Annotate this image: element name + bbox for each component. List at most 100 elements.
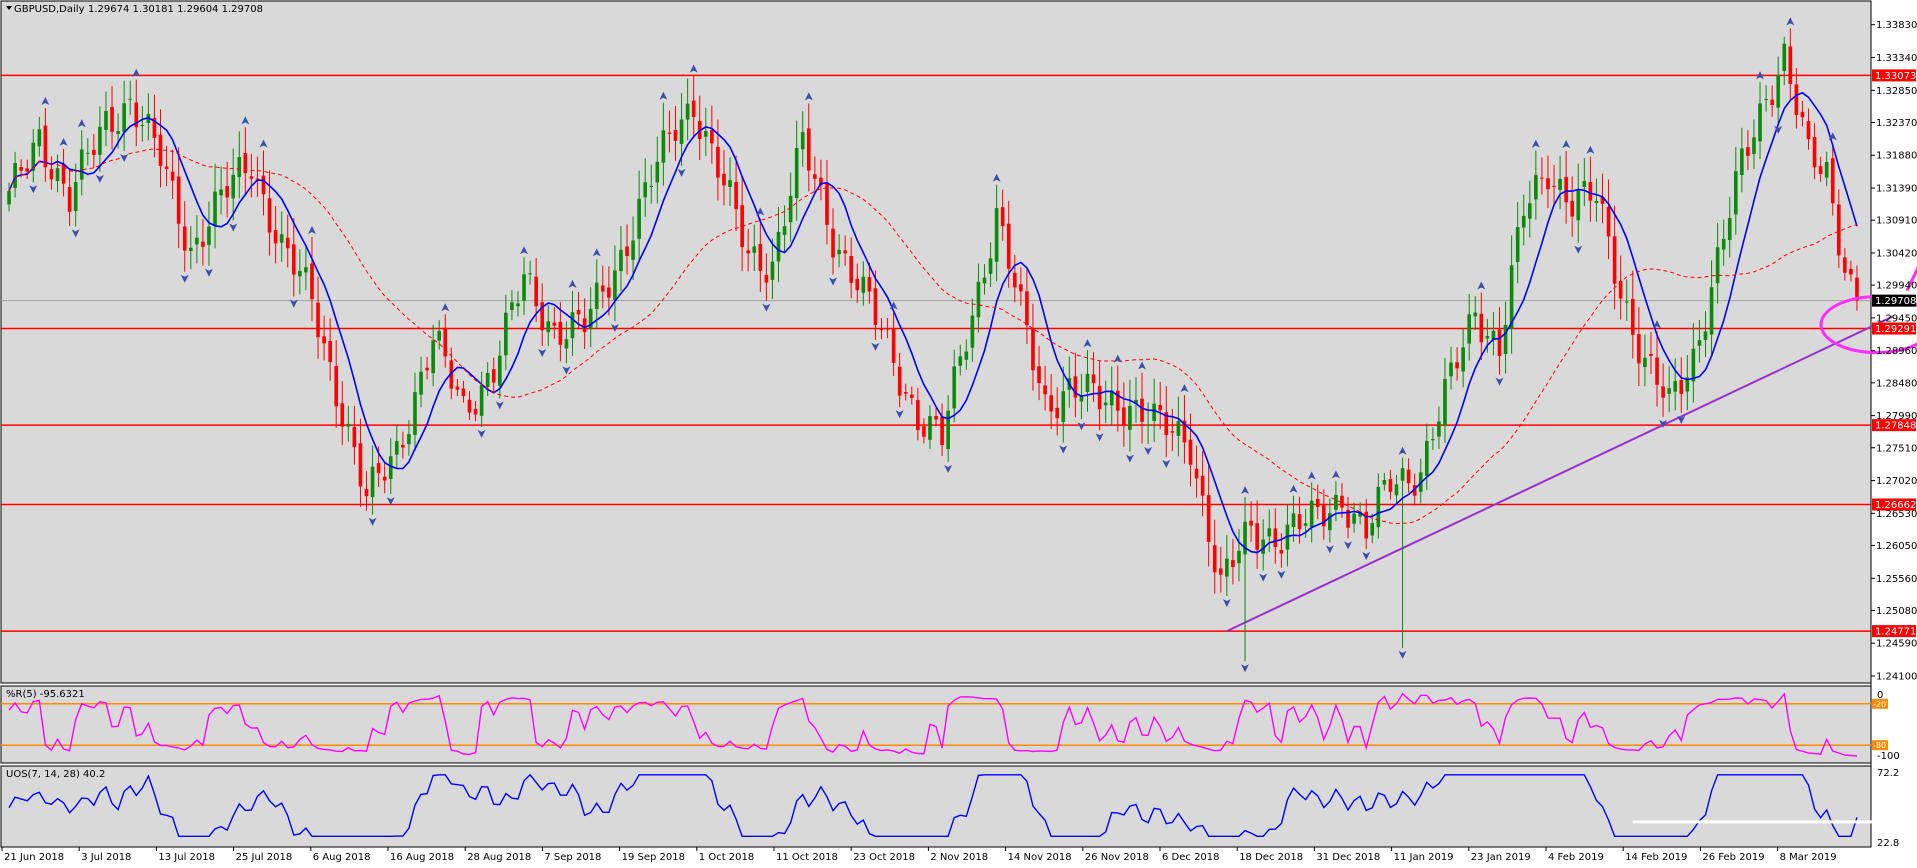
candle-body[interactable] xyxy=(703,130,708,137)
candle-body[interactable] xyxy=(1485,336,1490,339)
candle-body[interactable] xyxy=(643,182,648,198)
candle-body[interactable] xyxy=(1273,528,1278,548)
candle-body[interactable] xyxy=(679,119,684,144)
candle-body[interactable] xyxy=(1564,177,1568,203)
candle-body[interactable] xyxy=(1382,480,1387,485)
candle-body[interactable] xyxy=(37,129,42,147)
candle-body[interactable] xyxy=(982,277,987,284)
candle-body[interactable] xyxy=(1170,431,1175,433)
candle-body[interactable] xyxy=(1437,421,1441,437)
candle-body[interactable] xyxy=(158,134,163,167)
candle-body[interactable] xyxy=(1152,403,1156,421)
candle-body[interactable] xyxy=(813,174,817,179)
candle-body[interactable] xyxy=(1140,398,1144,422)
candle-body[interactable] xyxy=(1249,520,1253,526)
candle-body[interactable] xyxy=(1194,468,1199,479)
candle-body[interactable] xyxy=(625,246,629,257)
candle-body[interactable] xyxy=(909,394,914,398)
candle-body[interactable] xyxy=(1521,215,1526,228)
candle-body[interactable] xyxy=(1818,166,1823,174)
candle-body[interactable] xyxy=(613,270,617,301)
candle-body[interactable] xyxy=(431,340,435,374)
candle-body[interactable] xyxy=(661,130,666,163)
candle-body[interactable] xyxy=(267,198,272,233)
candle-body[interactable] xyxy=(988,258,993,274)
candle-body[interactable] xyxy=(782,226,787,236)
candle-body[interactable] xyxy=(279,234,284,243)
candle-body[interactable] xyxy=(600,285,605,292)
candle-body[interactable] xyxy=(364,488,369,497)
candle-body[interactable] xyxy=(1800,111,1805,118)
candle-body[interactable] xyxy=(728,180,732,187)
candle-body[interactable] xyxy=(1158,405,1163,411)
candle-body[interactable] xyxy=(1218,568,1223,575)
candle-body[interactable] xyxy=(1515,227,1520,263)
candle-body[interactable] xyxy=(1231,559,1235,567)
candle-body[interactable] xyxy=(1400,468,1405,481)
candle-body[interactable] xyxy=(1582,180,1587,188)
candle-body[interactable] xyxy=(92,149,96,156)
candle-body[interactable] xyxy=(1673,380,1678,392)
candle-body[interactable] xyxy=(413,392,417,435)
candle-body[interactable] xyxy=(1746,147,1750,156)
candle-body[interactable] xyxy=(1655,357,1659,385)
candle-body[interactable] xyxy=(310,263,314,300)
candle-body[interactable] xyxy=(1049,395,1053,412)
candle-body[interactable] xyxy=(691,100,696,117)
candle-body[interactable] xyxy=(510,302,514,310)
candle-body[interactable] xyxy=(164,166,169,169)
candle-body[interactable] xyxy=(1025,291,1029,326)
candle-body[interactable] xyxy=(128,98,133,100)
candle-body[interactable] xyxy=(1715,247,1720,284)
candle-body[interactable] xyxy=(903,392,908,394)
candle-body[interactable] xyxy=(1782,43,1787,72)
candle-body[interactable] xyxy=(1479,313,1484,343)
candle-body[interactable] xyxy=(855,278,860,291)
candle-body[interactable] xyxy=(1824,161,1829,178)
candle-body[interactable] xyxy=(473,408,478,415)
candle-body[interactable] xyxy=(328,341,332,363)
candle-body[interactable] xyxy=(873,288,878,325)
candle-body[interactable] xyxy=(1146,424,1150,426)
candle-body[interactable] xyxy=(964,351,969,360)
candle-body[interactable] xyxy=(207,226,211,245)
candle-body[interactable] xyxy=(140,124,145,126)
candle-body[interactable] xyxy=(1534,175,1538,200)
candle-body[interactable] xyxy=(667,132,672,134)
candle-body[interactable] xyxy=(1588,182,1593,201)
candle-body[interactable] xyxy=(806,128,811,171)
candle-body[interactable] xyxy=(758,243,763,271)
candle-body[interactable] xyxy=(1394,484,1399,496)
candle-body[interactable] xyxy=(1552,185,1556,187)
candle-body[interactable] xyxy=(1697,340,1702,346)
candle-body[interactable] xyxy=(1812,137,1817,168)
candle-body[interactable] xyxy=(273,229,278,244)
candle-body[interactable] xyxy=(49,168,54,180)
candle-body[interactable] xyxy=(261,175,266,195)
candle-body[interactable] xyxy=(928,416,932,440)
candle-body[interactable] xyxy=(1830,158,1835,204)
candle-body[interactable] xyxy=(1709,287,1714,335)
candle-body[interactable] xyxy=(1055,407,1060,419)
candle-body[interactable] xyxy=(298,270,302,277)
candle-body[interactable] xyxy=(388,456,393,479)
candle-body[interactable] xyxy=(1091,374,1096,384)
candle-body[interactable] xyxy=(1637,334,1641,364)
candle-body[interactable] xyxy=(1212,545,1217,573)
candle-body[interactable] xyxy=(570,312,575,339)
candle-body[interactable] xyxy=(195,237,199,245)
candle-body[interactable] xyxy=(1527,203,1532,219)
candle-body[interactable] xyxy=(940,416,944,445)
candle-body[interactable] xyxy=(316,302,320,338)
candle-body[interactable] xyxy=(746,250,751,254)
candle-body[interactable] xyxy=(1461,347,1465,372)
candle-body[interactable] xyxy=(934,415,938,420)
candle-body[interactable] xyxy=(188,247,193,252)
candle-body[interactable] xyxy=(73,182,78,212)
candle-body[interactable] xyxy=(170,171,175,181)
candle-body[interactable] xyxy=(534,276,538,307)
candle-body[interactable] xyxy=(370,466,375,498)
candle-body[interactable] xyxy=(1334,494,1338,510)
candle-body[interactable] xyxy=(673,129,678,141)
candle-body[interactable] xyxy=(1267,528,1272,537)
